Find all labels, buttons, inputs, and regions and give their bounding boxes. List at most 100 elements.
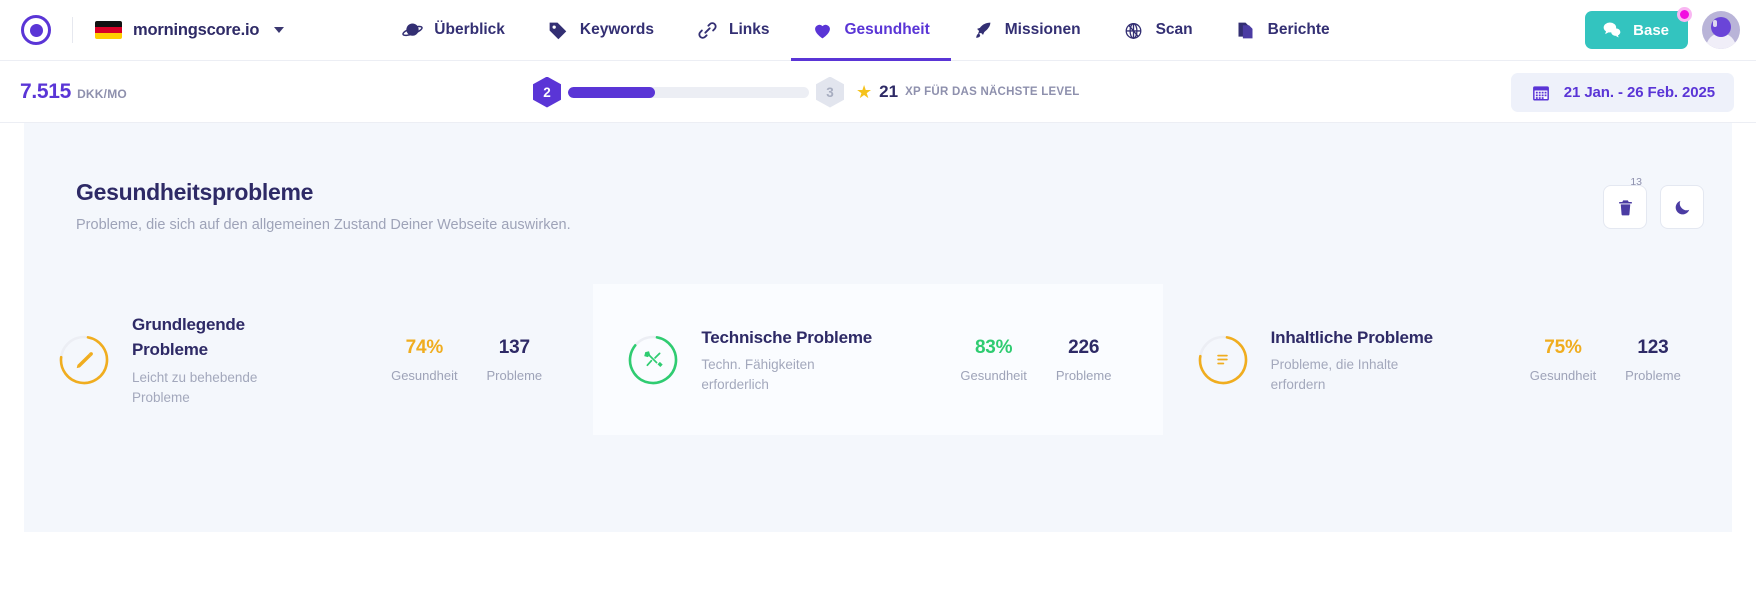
stat-issues: 123 Probleme: [1608, 337, 1698, 383]
site-selector[interactable]: morningscore.io: [95, 20, 285, 40]
level-progress: 2 3 ★ 21 XP FÜR DAS NÄCHSTE LEVEL: [533, 61, 1080, 123]
card-stats: 74% Gesundheit 137 Probleme: [379, 337, 559, 383]
stat-health: 83% Gesundheit: [949, 337, 1039, 383]
score-unit: DKK/MO: [77, 86, 127, 101]
health-ring-basic: [58, 334, 110, 386]
star-icon: ★: [856, 82, 873, 102]
page-title: Gesundheitsprobleme: [76, 179, 314, 205]
issues-label: Probleme: [1625, 367, 1681, 383]
xp-info: ★ 21 XP FÜR DAS NÄCHSTE LEVEL: [856, 82, 1080, 102]
nav-item-links[interactable]: Links: [675, 0, 790, 61]
nav-label: Links: [729, 21, 770, 38]
flag-de-icon: [95, 21, 122, 39]
issues-value: 123: [1637, 336, 1669, 358]
nav-item-scan[interactable]: Scan: [1102, 0, 1214, 61]
stat-health: 74% Gesundheit: [379, 337, 469, 383]
morningscore-logo-icon: [21, 15, 51, 45]
snooze-button[interactable]: [1660, 185, 1704, 229]
notification-badge-dot: [1677, 7, 1692, 22]
health-issues-panel: Gesundheitsprobleme Probleme, die sich a…: [24, 123, 1732, 435]
moon-icon: [1675, 200, 1689, 214]
target-icon: [1123, 19, 1145, 41]
nav-label: Gesundheit: [844, 21, 930, 38]
content-bottom-strip: [24, 532, 1732, 610]
tools-icon: [627, 334, 679, 386]
avatar-highlight: [1713, 20, 1717, 27]
xp-value: 21: [879, 82, 899, 101]
current-level-badge: 2: [533, 76, 561, 108]
health-label: Gesundheit: [1529, 367, 1597, 383]
stat-issues: 226 Probleme: [1039, 337, 1129, 383]
trash-icon: [1618, 199, 1632, 215]
nav-label: Berichte: [1267, 21, 1330, 38]
card-technische-probleme[interactable]: Technische Probleme Techn. Fähigkeiten e…: [593, 284, 1163, 435]
user-avatar[interactable]: [1702, 11, 1740, 49]
nav-item-berichte[interactable]: Berichte: [1214, 0, 1351, 61]
nav-label: Keywords: [579, 21, 655, 38]
panel-actions: 13: [1603, 176, 1704, 229]
stat-health: 75% Gesundheit: [1518, 337, 1608, 383]
site-name-label: morningscore.io: [133, 20, 260, 39]
calendar-icon: [1530, 82, 1552, 104]
issues-label: Probleme: [1055, 367, 1112, 383]
heart-icon: [812, 19, 834, 41]
card-description: Probleme, die Inhalte erfordern: [1270, 357, 1399, 392]
health-value: 75%: [1544, 336, 1582, 358]
score-value: 7.515: [20, 79, 72, 103]
pencil-icon: [58, 334, 110, 386]
date-range-picker[interactable]: 21 Jan. - 26 Feb. 2025: [1510, 73, 1734, 112]
health-label: Gesundheit: [391, 367, 458, 383]
panel-header: Gesundheitsprobleme Probleme, die sich a…: [24, 176, 1732, 233]
main-nav: Überblick Keywords Links Gesundheit Miss: [380, 0, 1350, 61]
issues-value: 226: [1068, 336, 1100, 358]
nav-item-keywords[interactable]: Keywords: [526, 0, 675, 61]
stat-issues: 137 Probleme: [469, 337, 559, 383]
base-button-label: Base: [1633, 21, 1669, 39]
card-text: Inhaltliche Probleme Probleme, die Inhal…: [1271, 325, 1451, 395]
card-text: Technische Probleme Techn. Fähigkeiten e…: [701, 325, 881, 395]
card-text: Grundlegende Probleme Leicht zu behebend…: [132, 312, 312, 407]
planet-icon: [401, 19, 423, 41]
top-navigation-bar: morningscore.io Überblick Keywords Links: [0, 0, 1756, 61]
card-stats: 83% Gesundheit 226 Probleme: [949, 337, 1129, 383]
card-description: Techn. Fähigkeiten erforderlich: [701, 357, 815, 392]
header-divider: [72, 17, 73, 43]
nav-item-uberblick[interactable]: Überblick: [380, 0, 526, 61]
card-inhaltliche-probleme[interactable]: Inhaltliche Probleme Probleme, die Inhal…: [1162, 284, 1732, 435]
issues-label: Probleme: [486, 367, 543, 383]
right-rail: [1732, 123, 1756, 610]
next-level-badge: 3: [816, 76, 844, 108]
base-chat-button[interactable]: Base: [1585, 7, 1692, 49]
nav-label: Missionen: [1004, 21, 1081, 38]
nav-label: Überblick: [434, 21, 505, 38]
tag-icon: [547, 19, 569, 41]
content-icon: [1197, 334, 1249, 386]
level-progress-fill: [568, 86, 655, 98]
rocket-icon: [972, 19, 994, 41]
card-title: Inhaltliche Probleme: [1270, 327, 1433, 347]
health-ring-technical: [627, 334, 679, 386]
app-logo[interactable]: [0, 15, 72, 45]
sub-header-bar: 7.515 DKK/MO 2 3 ★ 21 XP FÜR DAS NÄCHSTE…: [0, 61, 1756, 123]
card-stats: 75% Gesundheit 123 Probleme: [1518, 337, 1698, 383]
trash-count-badge: 13: [1630, 176, 1642, 188]
page-subtitle: Probleme, die sich auf den allgemeinen Z…: [76, 217, 571, 233]
logo-inner-dot: [29, 23, 43, 37]
date-range-label: 21 Jan. - 26 Feb. 2025: [1563, 84, 1715, 101]
nav-item-missionen[interactable]: Missionen: [951, 0, 1102, 61]
nav-label: Scan: [1155, 21, 1193, 38]
documents-icon: [1235, 19, 1257, 41]
main-content: Gesundheitsprobleme Probleme, die sich a…: [0, 123, 1756, 610]
card-description: Leicht zu behebende Probleme: [132, 369, 258, 405]
nav-item-gesundheit[interactable]: Gesundheit: [790, 0, 952, 61]
trash-button[interactable]: 13: [1603, 176, 1647, 229]
health-value: 74%: [405, 336, 444, 358]
card-grundlegende-probleme[interactable]: Grundlegende Probleme Leicht zu behebend…: [24, 284, 594, 435]
card-title: Grundlegende Probleme: [132, 314, 245, 360]
top-right-actions: Base: [1585, 7, 1756, 49]
health-category-cards: Grundlegende Probleme Leicht zu behebend…: [24, 284, 1732, 435]
health-ring-content: [1197, 334, 1249, 386]
chevron-down-icon: [274, 27, 285, 33]
xp-label: XP FÜR DAS NÄCHSTE LEVEL: [905, 86, 1080, 98]
card-title: Technische Probleme: [701, 327, 872, 347]
